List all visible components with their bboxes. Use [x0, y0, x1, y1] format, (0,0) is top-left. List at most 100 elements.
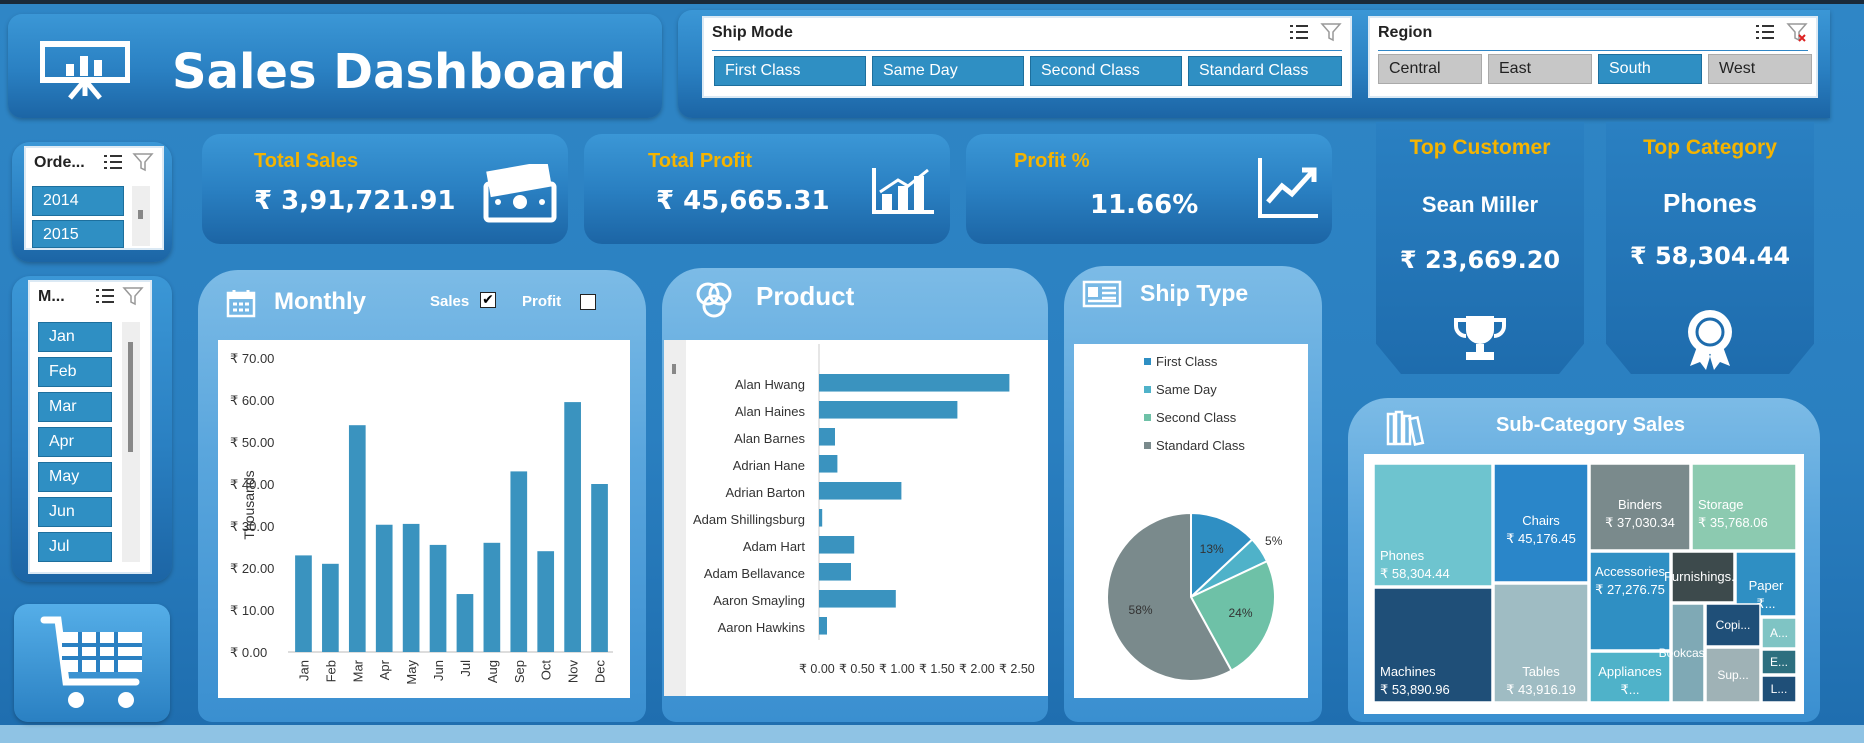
ship-type-chart: First Class Same Day Second Class Standard … — [1074, 344, 1308, 698]
bar — [819, 590, 896, 608]
bar — [819, 563, 851, 581]
subcategory-title: Sub-Category Sales — [1496, 414, 1685, 436]
treemap-label: A... — [1770, 626, 1788, 640]
data-label: 24% — [1229, 606, 1253, 620]
profit-checkbox[interactable] — [580, 294, 596, 310]
region-slicer[interactable]: Region Central East South West — [1368, 16, 1818, 98]
x-tick-label: Dec — [593, 660, 608, 684]
multi-select-icon[interactable] — [102, 152, 124, 177]
multi-select-icon[interactable] — [1754, 22, 1776, 47]
treemap-label: Phones — [1380, 548, 1425, 563]
clear-filter-icon[interactable] — [122, 286, 144, 311]
category-label: Adrian Barton — [726, 485, 806, 500]
treemap-label: Copi... — [1716, 618, 1751, 632]
sales-toggle-label: Sales — [430, 293, 470, 310]
bar — [295, 555, 312, 652]
x-tick-label: ₹ 2.00 — [959, 662, 995, 676]
ship-mode-option[interactable]: First Class — [714, 56, 866, 86]
legend-swatch — [1144, 386, 1151, 393]
bar — [564, 402, 581, 652]
y-tick-label: ₹ 0.00 — [230, 645, 267, 660]
bar — [819, 455, 838, 473]
region-slicer-title: Region — [1378, 24, 1433, 41]
clear-filter-icon[interactable] — [1786, 22, 1808, 47]
monthly-bar-chart: ₹ 0.00₹ 10.00₹ 20.00₹ 30.00₹ 40.00₹ 50.0… — [230, 351, 613, 685]
x-tick-label: Oct — [539, 660, 554, 681]
bar-growth-icon — [870, 166, 936, 221]
order-year-option[interactable]: 2014 — [32, 186, 124, 216]
scrollbar[interactable] — [132, 186, 150, 246]
legend-swatch — [1144, 442, 1151, 449]
treemap-label: Storage — [1698, 497, 1744, 512]
treemap-value: ₹ 58,304.44 — [1380, 566, 1450, 581]
month-option[interactable]: Apr — [38, 427, 112, 457]
x-tick-label: Jan — [296, 660, 311, 681]
ship-mode-slicer[interactable]: Ship Mode First Class Same Day Second Cl… — [702, 16, 1352, 98]
legend-label: Second Class — [1156, 410, 1237, 425]
data-label: 5% — [1265, 534, 1283, 548]
top-customer-value: ₹ 23,669.20 — [1399, 246, 1561, 274]
region-option[interactable]: West — [1708, 54, 1812, 84]
region-option[interactable]: South — [1598, 54, 1702, 84]
y-tick-label: ₹ 10.00 — [230, 603, 274, 618]
x-tick-label: ₹ 2.50 — [999, 662, 1035, 676]
shipping-list-icon — [1082, 280, 1122, 313]
title-panel: Sales Dashboard — [8, 14, 662, 118]
month-slicer[interactable]: M... Jan Feb Mar Apr May Jun Jul — [28, 280, 152, 574]
multi-select-icon[interactable] — [1288, 22, 1310, 47]
calendar-icon — [226, 288, 256, 323]
legend-label: Same Day — [1156, 382, 1217, 397]
order-slicer[interactable]: Orde... 2014 2015 — [24, 146, 164, 250]
treemap-label: Tables — [1522, 664, 1560, 679]
month-option[interactable]: Jun — [38, 497, 112, 527]
profit-toggle-label: Profit — [522, 293, 562, 310]
page-title: Sales Dashboard — [172, 44, 626, 100]
ship-mode-option[interactable]: Second Class — [1030, 56, 1182, 86]
y-tick-label: ₹ 60.00 — [230, 393, 274, 408]
x-tick-label: ₹ 0.50 — [839, 662, 875, 676]
region-option[interactable]: East — [1488, 54, 1592, 84]
award-ribbon-icon — [1684, 308, 1736, 374]
month-option[interactable]: Mar — [38, 392, 112, 422]
treemap-label: Chairs — [1522, 513, 1560, 528]
region-option[interactable]: Central — [1378, 54, 1482, 84]
bar — [375, 524, 393, 652]
legend-swatch — [1144, 414, 1151, 421]
x-tick-label: ₹ 1.00 — [879, 662, 915, 676]
month-option[interactable]: May — [38, 462, 112, 492]
ship-mode-option[interactable]: Standard Class — [1188, 56, 1342, 86]
legend-label: Standard Class — [1156, 438, 1245, 453]
line-growth-icon — [1256, 156, 1320, 225]
category-label: Alan Hwang — [735, 377, 805, 392]
month-option[interactable]: Jul — [38, 532, 112, 562]
ship-mode-slicer-title: Ship Mode — [712, 24, 793, 41]
trophy-icon — [1452, 314, 1508, 367]
multi-select-icon[interactable] — [94, 286, 116, 311]
sales-checkbox[interactable]: ✔ — [480, 292, 496, 308]
month-option[interactable]: Feb — [38, 357, 112, 387]
clear-filter-icon[interactable] — [132, 152, 154, 177]
x-tick-label: Feb — [323, 660, 338, 682]
category-label: Adam Bellavance — [704, 566, 805, 581]
data-label: 13% — [1200, 542, 1224, 556]
status-strip — [0, 725, 1864, 743]
profit-pct-label: Profit % — [1014, 150, 1090, 172]
scrollbar[interactable] — [664, 340, 686, 696]
scrollbar[interactable] — [122, 322, 140, 562]
treemap-label: Appliances — [1598, 664, 1662, 679]
x-tick-label: Nov — [566, 660, 581, 684]
bar — [819, 482, 902, 500]
ship-mode-option[interactable]: Same Day — [872, 56, 1024, 86]
total-profit-label: Total Profit — [648, 150, 753, 172]
category-label: Aaron Hawkins — [718, 620, 806, 635]
bar — [537, 551, 555, 652]
clear-filter-icon[interactable] — [1320, 22, 1342, 47]
bar — [819, 428, 835, 446]
x-tick-label: Apr — [377, 659, 392, 680]
month-option[interactable]: Jan — [38, 322, 112, 352]
bar — [819, 536, 855, 554]
treemap-value: ₹ 53,890.96 — [1380, 682, 1450, 697]
order-slicer-title: Orde... — [34, 154, 85, 171]
order-year-option[interactable]: 2015 — [32, 220, 124, 248]
y-tick-label: ₹ 70.00 — [230, 351, 274, 366]
